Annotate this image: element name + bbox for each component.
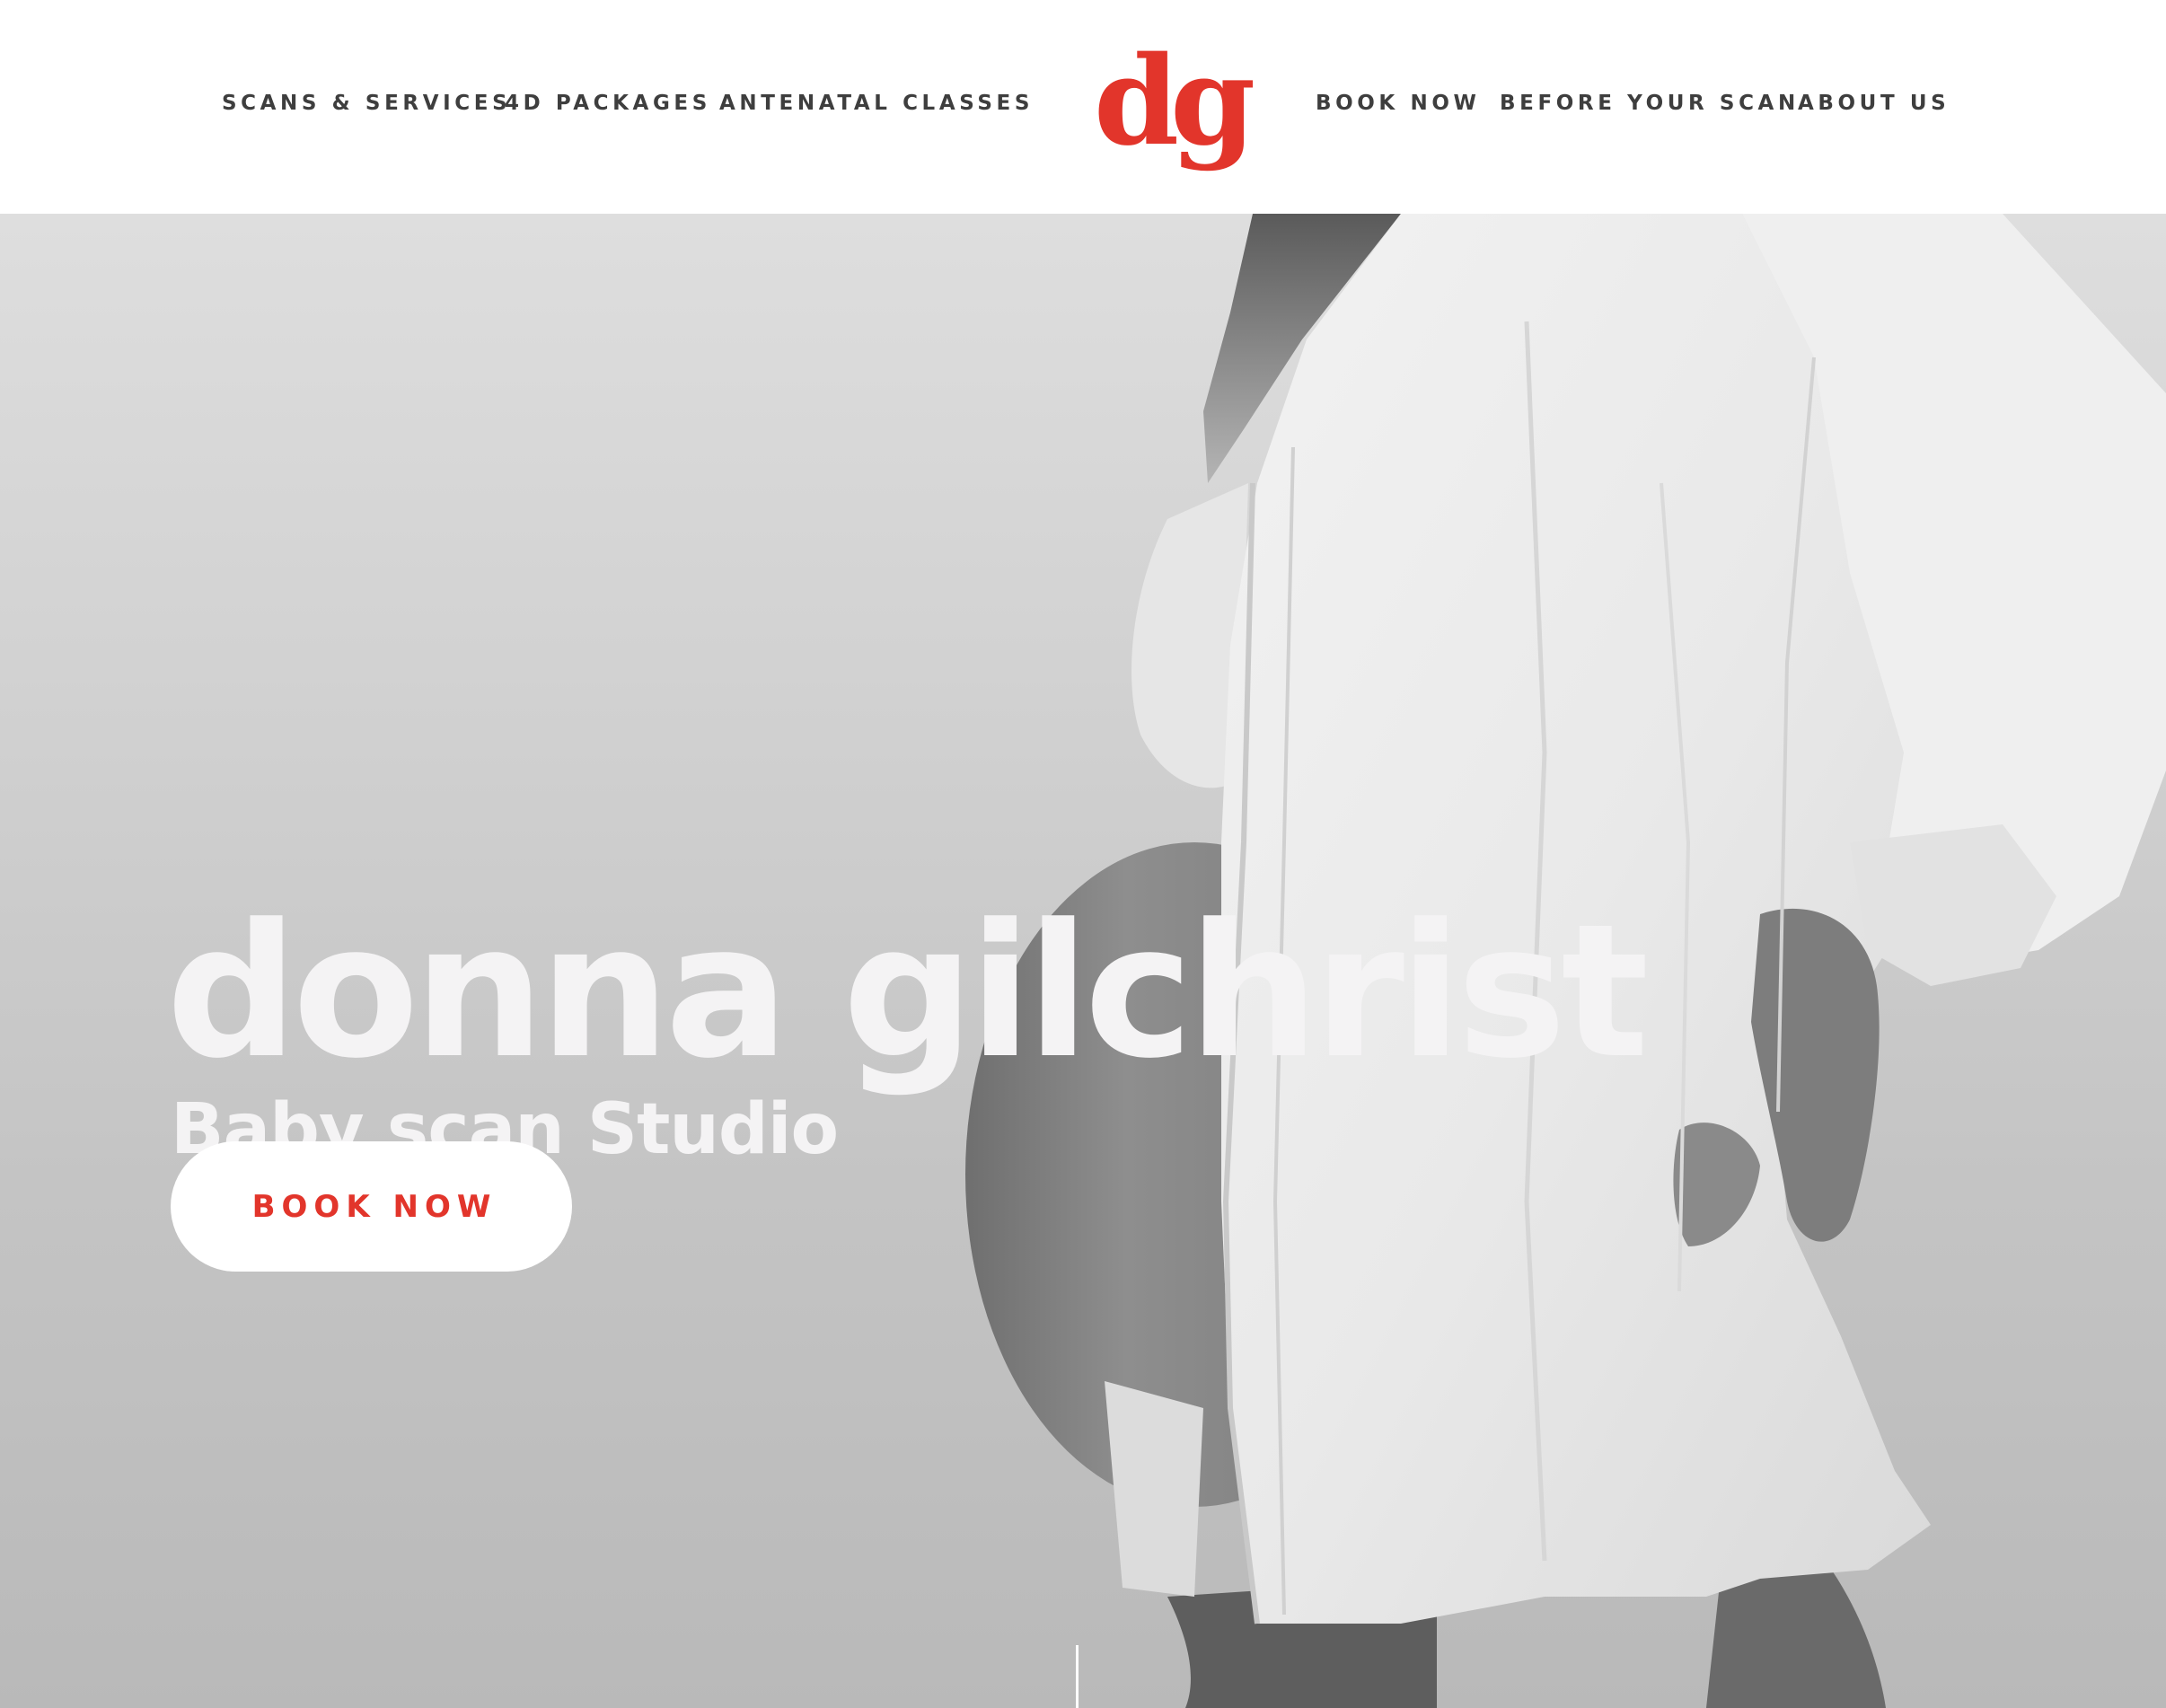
site-header: SCANS & SERVICES 4D PACKAGES ANTENATAL C…	[0, 0, 2166, 214]
brand-logo[interactable]: dg	[1094, 34, 1255, 169]
nav-link-before-your-scan[interactable]: BEFORE YOUR SCAN	[1500, 90, 1800, 117]
scroll-down-indicator[interactable]	[1076, 1645, 1079, 1708]
nav-link-antenatal-classes[interactable]: ANTENATAL CLASSES	[719, 90, 1034, 117]
hero-book-now-button[interactable]: BOOK NOW	[171, 1141, 572, 1272]
nav-link-about-us[interactable]: ABOUT US	[1798, 90, 1950, 117]
hero-title: donna gilchrist	[166, 885, 1649, 1100]
nav-link-book-now[interactable]: BOOK NOW	[1316, 90, 1480, 117]
nav-link-4d-packages[interactable]: 4D PACKAGES	[505, 90, 711, 117]
hero-section: donna gilchrist Baby scan Studio BOOK NO…	[0, 214, 2166, 1708]
nav-link-scans-services[interactable]: SCANS & SERVICES	[222, 90, 511, 117]
